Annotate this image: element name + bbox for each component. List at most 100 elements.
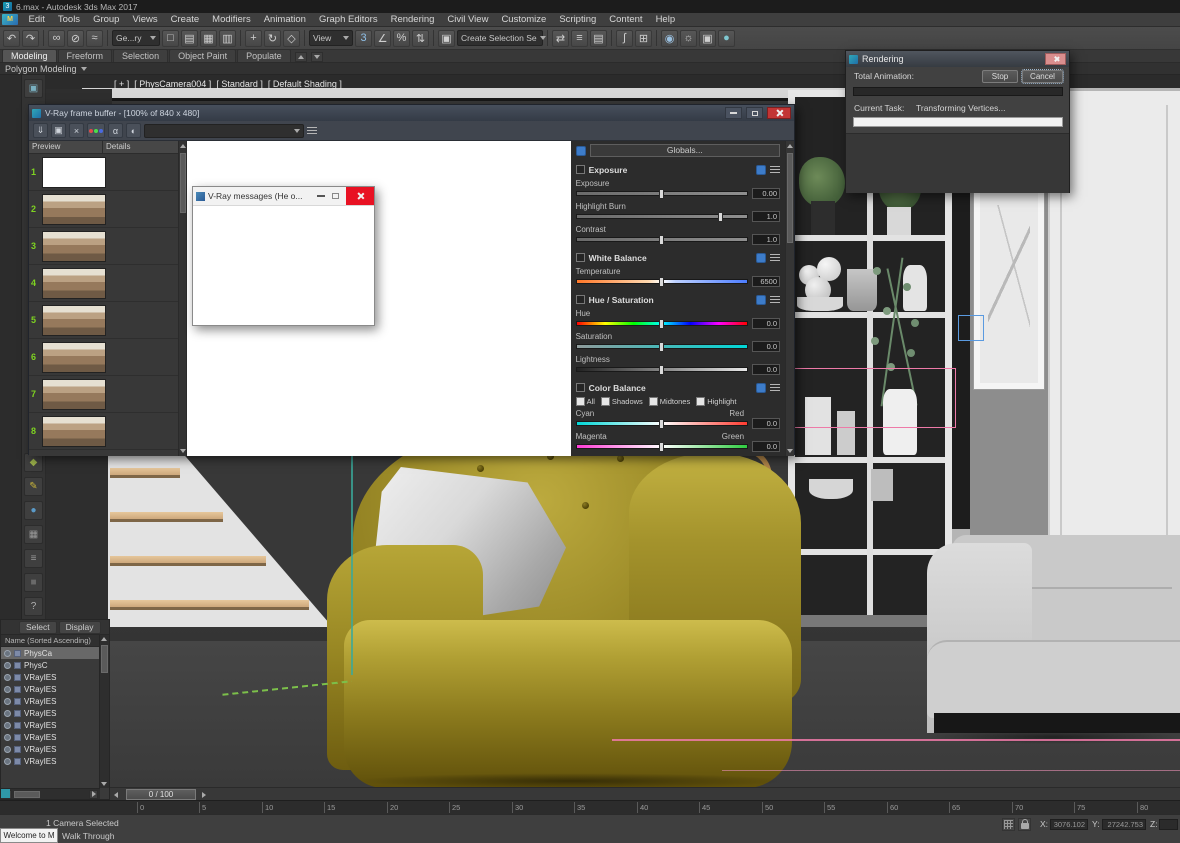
timeline-ruler[interactable]: 0 5 10 15 20 25 30 35 40 45 50 55 60 65 … [0, 800, 1180, 814]
rendered-frame-window-icon[interactable]: ▣ [699, 29, 716, 47]
scrollbar-thumb[interactable] [101, 645, 108, 673]
alpha-channel-icon[interactable]: α [108, 123, 123, 138]
layer-manager-icon[interactable]: ▤ [590, 29, 607, 47]
slider-value[interactable]: 0.0 [752, 418, 781, 429]
history-item[interactable]: 4 [29, 265, 178, 302]
column-details[interactable]: Details [103, 141, 133, 153]
slider-handle[interactable] [658, 419, 664, 429]
viewport-camera-icon[interactable]: ▣ [24, 79, 43, 98]
cb-all-checkbox[interactable] [575, 397, 585, 406]
slider-handle[interactable] [658, 319, 664, 329]
color-balance-menu-icon[interactable] [770, 383, 781, 392]
stop-button[interactable]: Stop [982, 70, 1018, 83]
history-item[interactable]: 7 [29, 376, 178, 413]
color-balance-checkbox[interactable] [575, 383, 585, 392]
viewport-menu-pov[interactable]: [ PhysCamera004 ] [134, 79, 211, 89]
z-coordinate-field[interactable] [1159, 819, 1178, 830]
slider-handle[interactable] [658, 442, 664, 452]
explorer-row[interactable]: VRayIES [1, 719, 100, 731]
select-and-rotate-icon[interactable]: ↻ [264, 29, 281, 47]
menu-create[interactable]: Create [164, 13, 206, 27]
menu-graph-editors[interactable]: Graph Editors [312, 13, 384, 27]
application-menu-button[interactable]: M [2, 14, 18, 25]
align-icon[interactable]: ≡ [571, 29, 588, 47]
visibility-icon[interactable] [4, 649, 11, 657]
explorer-row[interactable]: VRayIES [1, 743, 100, 755]
slider-track[interactable] [575, 419, 749, 429]
viewport-menu-shading[interactable]: [ Default Shading ] [268, 79, 342, 89]
cb-midtones-checkbox[interactable] [648, 397, 658, 406]
vfb-close-button[interactable] [767, 107, 791, 119]
visibility-icon[interactable] [4, 673, 11, 681]
curve-editor-icon[interactable]: ∫ [616, 29, 633, 47]
hue-saturation-checkbox[interactable] [575, 295, 585, 304]
slider-track[interactable] [575, 342, 749, 352]
material-editor-icon[interactable]: ◉ [661, 29, 678, 47]
scroll-down-icon[interactable] [101, 782, 107, 786]
color-balance-reset-icon[interactable] [756, 382, 767, 393]
visibility-icon[interactable] [4, 661, 11, 669]
scrollbar-thumb[interactable] [787, 153, 794, 243]
slider-track[interactable] [575, 442, 749, 452]
vfb-menu-icon[interactable] [307, 126, 317, 135]
menu-modifiers[interactable]: Modifiers [206, 13, 258, 27]
explorer-row[interactable]: PhysC [1, 659, 100, 671]
duplicate-to-host-icon[interactable]: ▣ [51, 123, 66, 138]
menu-customize[interactable]: Customize [495, 13, 553, 27]
hue-saturation-reset-icon[interactable] [756, 294, 767, 305]
spinner-snap-icon[interactable]: ⇅ [412, 29, 429, 47]
select-by-name-icon[interactable]: ▤ [181, 29, 198, 47]
named-selection-sets-icon[interactable]: ▣ [438, 29, 455, 47]
unlink-selection-icon[interactable]: ⊘ [67, 29, 84, 47]
select-and-move-icon[interactable]: + [245, 29, 262, 47]
snap-toggle-icon[interactable]: 3 [355, 29, 372, 47]
welcome-button[interactable]: Welcome to M [0, 828, 58, 843]
history-scrollbar[interactable] [178, 141, 187, 456]
ribbon-options-button[interactable] [310, 52, 323, 62]
list-tool-icon[interactable]: ≡ [24, 549, 43, 568]
slider-track[interactable] [575, 277, 749, 287]
vfb-minimize-button[interactable] [725, 107, 742, 119]
annotate-pencil-icon[interactable]: ✎ [24, 477, 43, 496]
ribbon-minimize-button[interactable] [294, 52, 307, 62]
slider-value[interactable]: 0.0 [752, 341, 781, 352]
explorer-hscrollbar[interactable] [1, 788, 100, 799]
named-selection-dropdown[interactable]: Create Selection Se [457, 30, 546, 46]
rgb-channels-icon[interactable] [87, 123, 105, 138]
exposure-reset-icon[interactable] [756, 164, 767, 175]
scroll-up-icon[interactable] [179, 144, 186, 148]
rendering-titlebar[interactable]: Rendering [846, 51, 1069, 67]
visibility-icon[interactable] [4, 721, 11, 729]
scroll-right-icon[interactable] [89, 789, 98, 799]
messages-close-button[interactable] [346, 187, 374, 205]
hue-saturation-menu-icon[interactable] [770, 295, 781, 304]
slider-handle[interactable] [718, 212, 724, 222]
visibility-icon[interactable] [4, 685, 11, 693]
globals-icon[interactable] [575, 145, 586, 156]
white-balance-menu-icon[interactable] [770, 253, 781, 262]
slider-handle[interactable] [658, 365, 664, 375]
grid-tool-icon[interactable]: ▦ [24, 525, 43, 544]
tab-object-paint[interactable]: Object Paint [169, 49, 237, 62]
menu-help[interactable]: Help [649, 13, 682, 27]
slider-track[interactable] [575, 235, 749, 245]
slider-value[interactable]: 0.0 [752, 318, 781, 329]
visibility-icon[interactable] [4, 757, 11, 765]
corrections-scrollbar[interactable] [785, 141, 795, 456]
vfb-titlebar[interactable]: V-Ray frame buffer - [100% of 840 x 480] [29, 105, 794, 121]
explorer-row[interactable]: VRayIES [1, 671, 100, 683]
save-image-icon[interactable]: ⇓ [33, 123, 48, 138]
grid-toggle-button[interactable] [1002, 818, 1015, 831]
selection-region-icon[interactable]: ▦ [200, 29, 217, 47]
frame-back-icon[interactable] [114, 792, 118, 798]
cancel-button[interactable]: Cancel [1021, 69, 1064, 84]
clear-image-icon[interactable]: × [69, 123, 84, 138]
menu-tools[interactable]: Tools [51, 13, 86, 27]
white-balance-checkbox[interactable] [575, 253, 585, 262]
column-preview[interactable]: Preview [29, 141, 103, 153]
tab-modeling[interactable]: Modeling [2, 49, 57, 62]
vfb-maximize-button[interactable] [746, 107, 763, 119]
y-coordinate-field[interactable]: 27242.753 [1102, 819, 1146, 830]
menu-civil-view[interactable]: Civil View [441, 13, 495, 27]
minimize-icon[interactable] [317, 195, 325, 197]
